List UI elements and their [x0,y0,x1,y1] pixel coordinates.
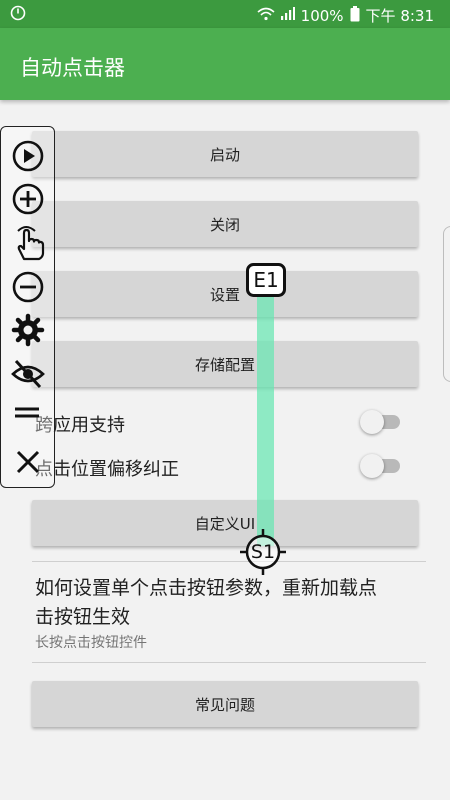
divider [32,662,426,663]
faq-button[interactable]: 常见问题 [32,681,418,727]
custom-ui-button[interactable]: 自定义UI [32,500,418,546]
wifi-icon [257,7,275,25]
info-item-title[interactable]: 如何设置单个点击按钮参数，重新加载点击按钮生效 [35,574,395,632]
battery-icon [350,5,360,26]
end-point-marker[interactable]: E1 [246,263,286,297]
switch-thumb [360,454,384,478]
save-config-button[interactable]: 存储配置 [32,341,418,387]
clock: 下午 8:31 [365,7,434,25]
battery-percent: 100% [300,6,344,25]
signal-icon [280,7,295,24]
start-point-label: S1 [250,541,276,563]
settings-button[interactable]: 设置 [32,271,418,317]
cross-app-support-switch[interactable] [360,407,402,435]
start-button[interactable]: 启动 [32,131,418,177]
app-title: 自动点击器 [20,56,125,80]
offset-correction-switch[interactable] [360,451,402,479]
touch-hand-icon[interactable] [11,225,45,261]
app-bar: 自动点击器 [0,28,450,100]
start-point-marker[interactable]: S1 [240,529,286,575]
divider [32,561,426,562]
swipe-path-line [257,296,274,546]
info-item-subtitle: 长按点击按钮控件 [35,635,147,651]
end-point-label: E1 [253,268,279,292]
switch-thumb [360,410,384,434]
close-icon[interactable] [11,445,45,479]
play-icon[interactable] [11,139,45,173]
close-button[interactable]: 关闭 [32,201,418,247]
gear-icon[interactable] [11,313,45,347]
menu-icon[interactable] [11,403,45,437]
floating-toolbar[interactable] [0,126,55,488]
edge-panel-handle[interactable] [443,226,450,382]
add-icon[interactable] [11,182,45,216]
remove-icon[interactable] [11,270,45,304]
app-notification-icon [10,5,26,25]
eye-off-icon[interactable] [11,357,45,391]
offset-correction-label: 点击位置偏移纠正 [35,459,179,480]
status-bar: 100% 下午 8:31 [0,0,450,28]
